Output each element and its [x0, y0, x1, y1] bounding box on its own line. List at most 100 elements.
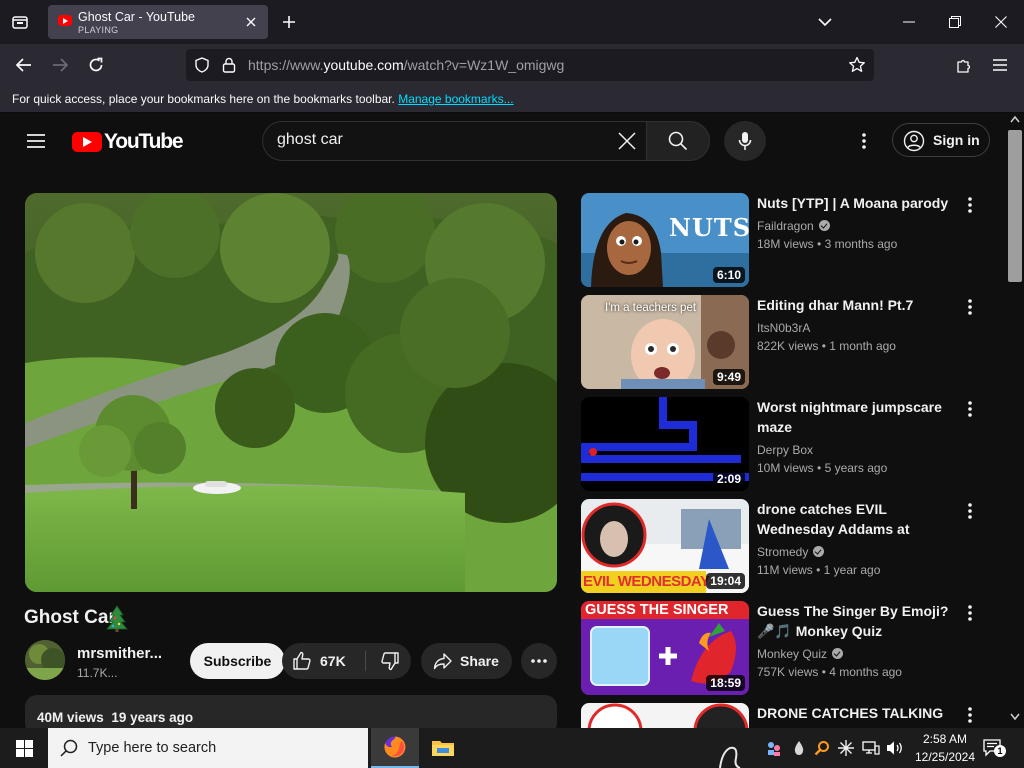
recommendation-item[interactable]: I'm a teachers pet 9:49 Editing dhar Man… [581, 295, 991, 389]
verified-badge-icon [813, 546, 825, 557]
window-minimize-button[interactable] [896, 12, 922, 32]
channel-name[interactable]: mrsmither... [77, 645, 162, 662]
video-duration: 6:10 [712, 267, 745, 283]
recommendation-channel[interactable]: Monkey Quiz [757, 647, 844, 661]
reload-icon [89, 57, 103, 72]
start-button[interactable] [0, 728, 48, 768]
settings-menu-button[interactable] [852, 127, 876, 155]
recommendation-title[interactable]: Editing dhar Mann! Pt.7 [757, 295, 962, 315]
share-arrow-icon [433, 653, 452, 670]
recommendation-menu-button[interactable] [959, 499, 981, 523]
recommendation-menu-button[interactable] [959, 397, 981, 421]
video-title: Ghost Car [24, 607, 116, 628]
tray-search-magnifier-icon[interactable] [812, 738, 832, 758]
recommendation-meta: 10M views • 5 years ago [757, 461, 888, 475]
recommendation-title[interactable]: DRONE CATCHES TALKING [757, 703, 962, 723]
share-button[interactable]: Share [421, 643, 512, 679]
recommendation-thumbnail[interactable]: 2:09 [581, 397, 749, 491]
app-menu-button[interactable] [986, 51, 1014, 79]
recommendation-channel[interactable]: Derpy Box [757, 443, 813, 457]
taskbar-search-box[interactable]: Type here to search [48, 728, 368, 768]
firefox-view-button[interactable] [4, 6, 36, 38]
recommendation-thumbnail[interactable] [581, 703, 749, 728]
subscribe-button[interactable]: Subscribe [190, 643, 285, 679]
hamburger-icon [27, 134, 45, 148]
scroll-up-arrow-icon[interactable] [1010, 115, 1020, 123]
scroll-down-arrow-icon[interactable] [1010, 713, 1020, 721]
recommendation-menu-button[interactable] [959, 295, 981, 319]
recommendation-item[interactable]: 2:09 Worst nightmare jumpscare maze Derp… [581, 397, 991, 491]
taskbar-firefox-button[interactable] [371, 728, 419, 768]
scrollbar-thumb[interactable] [1008, 130, 1022, 282]
recommendation-menu-button[interactable] [959, 601, 981, 625]
navigation-toolbar: https://www.youtube.com/watch?v=Wz1W_omi… [0, 44, 1024, 86]
recommendation-thumbnail[interactable]: NUTS 6:10 [581, 193, 749, 287]
bookmarks-hint: For quick access, place your bookmarks h… [12, 92, 514, 106]
window-close-button[interactable] [988, 12, 1014, 32]
recommendation-title[interactable]: Worst nightmare jumpscare maze [757, 397, 962, 437]
forward-button[interactable] [46, 51, 74, 79]
search-clear-button[interactable] [615, 129, 639, 153]
tracking-protection-shield-icon[interactable] [194, 57, 210, 73]
reload-button[interactable] [82, 51, 110, 79]
taskbar-clock-time[interactable]: 2:58 AM [918, 732, 972, 746]
views: 757K views [757, 665, 819, 679]
url-path: /watch?v=Wz1W_omigwg [403, 57, 565, 73]
url-bar[interactable]: https://www.youtube.com/watch?v=Wz1W_omi… [186, 49, 874, 81]
lock-icon[interactable] [222, 57, 236, 73]
close-icon [246, 17, 256, 27]
recommendation-item[interactable]: EVIL WEDNESDAY 19:04 drone catches EVIL … [581, 499, 991, 593]
video-player[interactable] [25, 193, 557, 592]
more-horizontal-icon [531, 659, 547, 663]
recommendation-title[interactable]: Guess The Singer By Emoji? 🎤🎵 Monkey Qui… [757, 601, 962, 641]
guide-menu-button[interactable] [20, 125, 52, 157]
dislike-button[interactable] [368, 643, 411, 679]
url-text[interactable]: https://www.youtube.com/watch?v=Wz1W_omi… [248, 57, 564, 73]
recommendation-channel[interactable]: Stromedy [757, 545, 825, 559]
taskbar-clock-date[interactable]: 12/25/2024 [912, 750, 978, 764]
windows-taskbar: Type here to search 2:58 AM 12/25/2024 1 [0, 728, 1024, 768]
tray-volume-icon[interactable] [885, 738, 905, 758]
recommendation-item[interactable]: NUTS 6:10 Nuts [YTP] | A Moana parody Fa… [581, 193, 991, 287]
recommendation-channel[interactable]: Faildragon [757, 219, 830, 233]
list-all-tabs-button[interactable] [814, 12, 836, 32]
back-button[interactable] [10, 51, 38, 79]
extensions-button[interactable] [950, 51, 978, 79]
manage-bookmarks-link[interactable]: Manage bookmarks... [398, 92, 513, 106]
taskbar-file-explorer-button[interactable] [419, 728, 467, 768]
recommendation-channel[interactable]: ItsN0b3rA [757, 321, 810, 335]
recommendation-thumbnail[interactable]: I'm a teachers pet 9:49 [581, 295, 749, 389]
recommendation-title[interactable]: drone catches EVIL Wednesday Addams at h… [757, 499, 962, 539]
channel-name-text: Monkey Quiz [757, 647, 828, 661]
christmas-tree-cursor-icon [106, 605, 128, 632]
recommendation-thumbnail[interactable]: EVIL WEDNESDAY 19:04 [581, 499, 749, 593]
voice-search-button[interactable] [724, 121, 766, 161]
recommendation-thumbnail[interactable]: GUESS THE SINGER 18:59 [581, 601, 749, 695]
tab-close-button[interactable] [242, 13, 260, 31]
tray-network-icon[interactable] [861, 738, 881, 758]
like-button[interactable]: 67K [282, 643, 364, 679]
channel-avatar[interactable] [25, 640, 65, 680]
tray-sparkle-icon[interactable] [836, 738, 856, 758]
recommendation-menu-button[interactable] [959, 703, 981, 727]
search-button[interactable] [646, 121, 710, 161]
bookmark-star-button[interactable] [848, 56, 866, 74]
video-duration: 19:04 [706, 573, 745, 589]
search-input[interactable] [277, 130, 607, 150]
more-actions-button[interactable] [521, 643, 557, 679]
new-tab-button[interactable] [278, 11, 300, 33]
tab-youtube[interactable]: Ghost Car - YouTube PLAYING [48, 5, 268, 39]
recommendation-item[interactable]: GUESS THE SINGER 18:59 Guess The Singer … [581, 601, 991, 695]
views: 10M views [757, 461, 814, 475]
url-prefix: https://www. [248, 57, 324, 73]
recommendation-item[interactable]: DRONE CATCHES TALKING [581, 703, 991, 728]
sign-in-button[interactable]: Sign in [892, 123, 990, 157]
tray-network-people-icon[interactable] [764, 738, 784, 758]
recommendation-title[interactable]: Nuts [YTP] | A Moana parody [757, 193, 962, 213]
tray-droplet-icon[interactable] [789, 738, 809, 758]
action-center-button[interactable]: 1 [982, 738, 1006, 758]
recommendation-meta: 18M views • 3 months ago [757, 237, 898, 251]
window-restore-button[interactable] [942, 12, 968, 32]
recommendation-menu-button[interactable] [959, 193, 981, 217]
page-scrollbar[interactable] [1006, 113, 1024, 728]
